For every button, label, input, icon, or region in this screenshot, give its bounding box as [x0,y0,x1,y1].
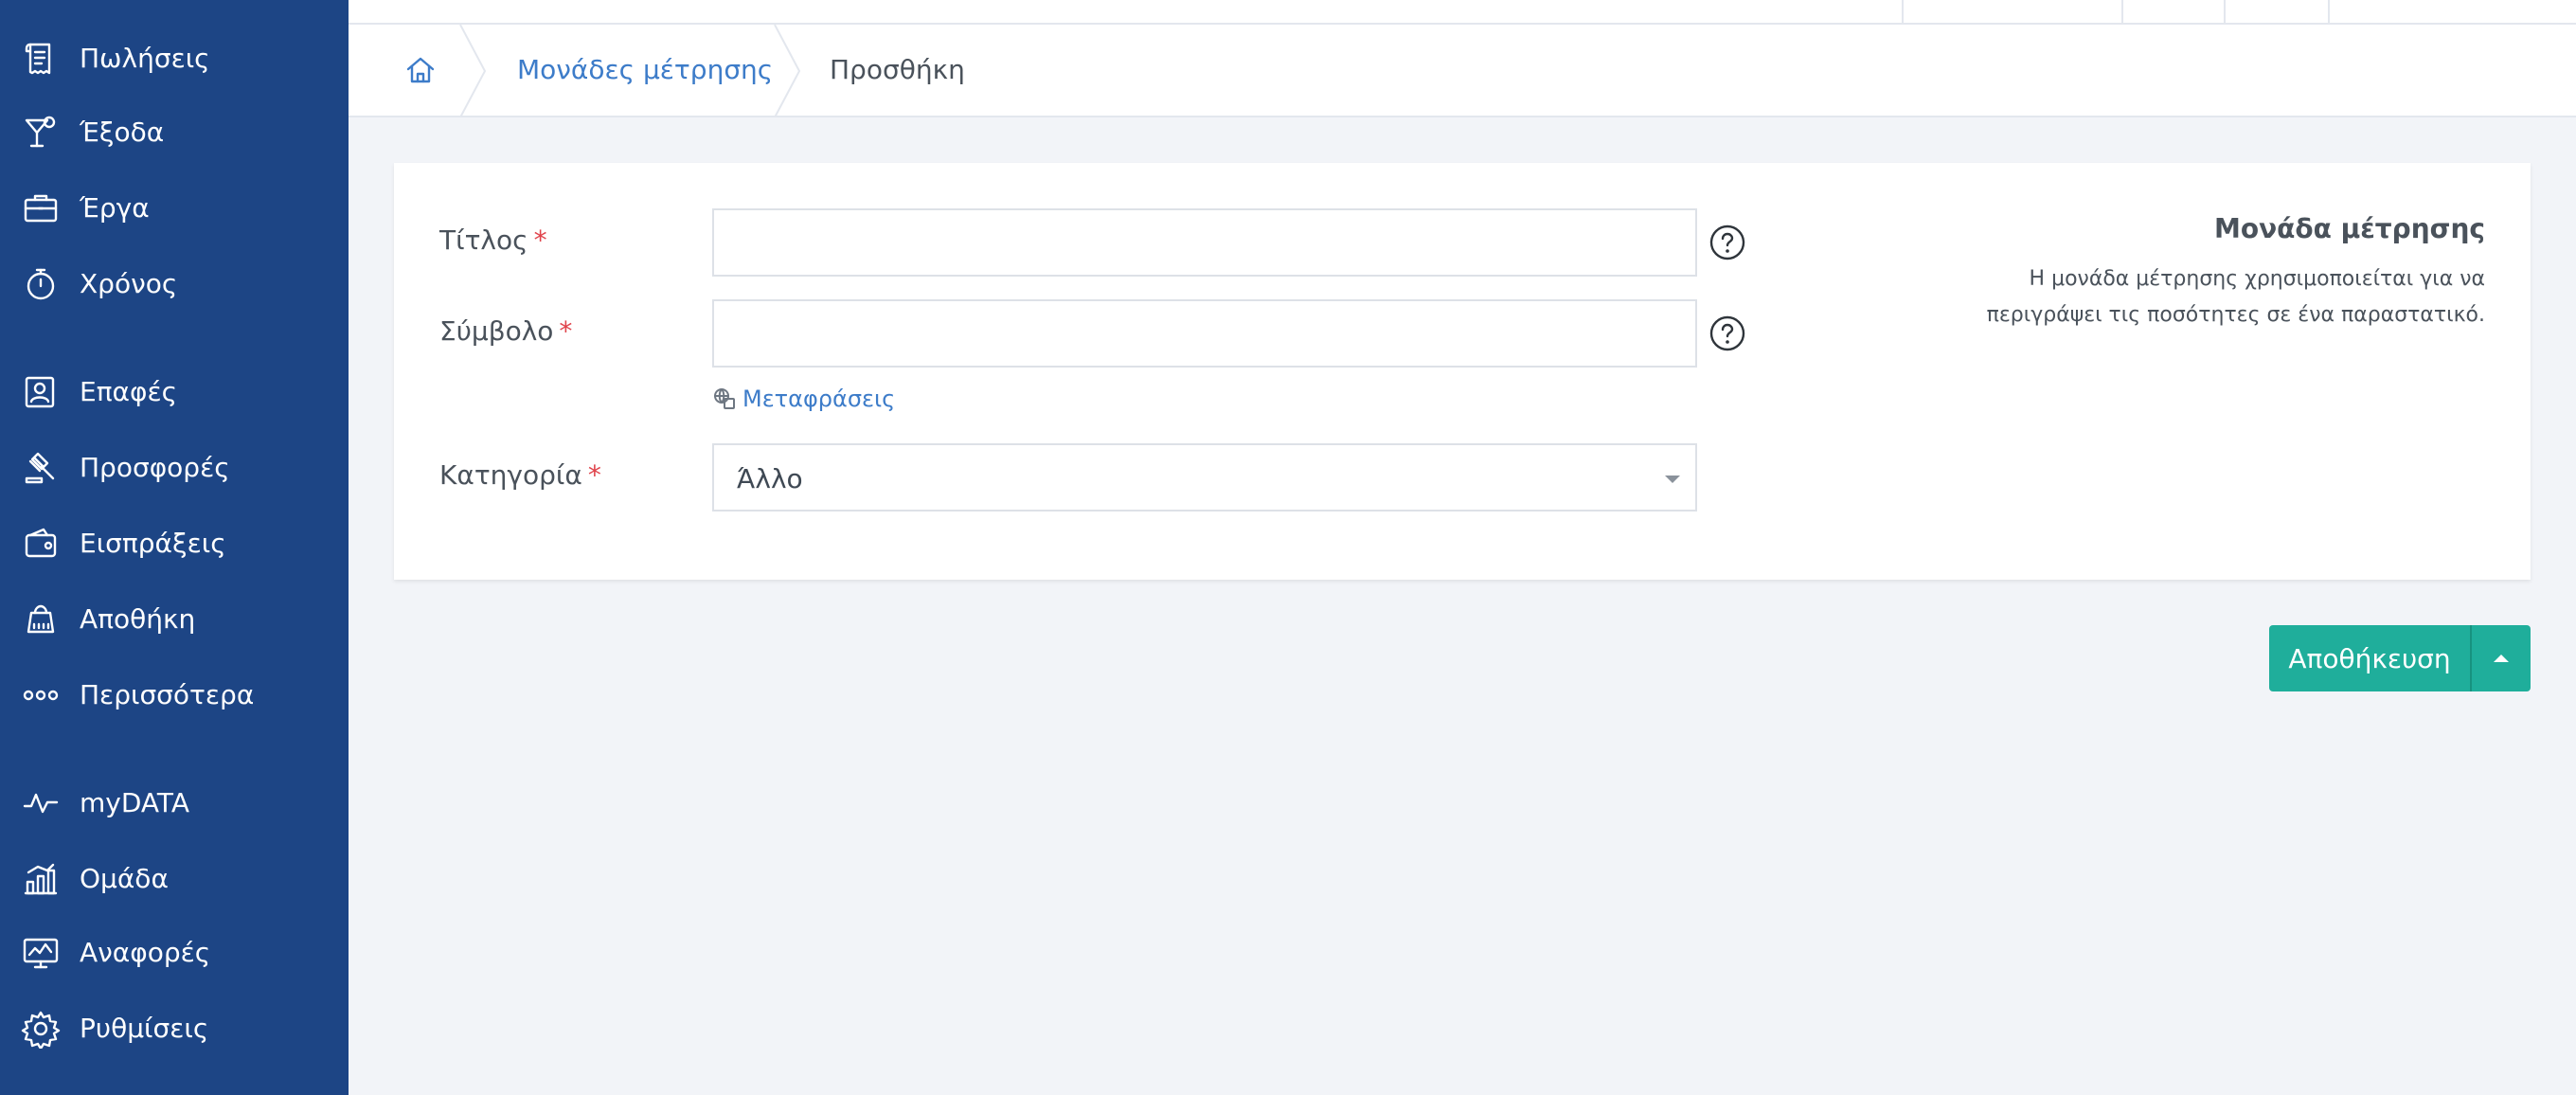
top-bar-divider [1902,0,1904,23]
sidebar-item-contacts[interactable]: Επαφές [0,358,349,426]
required-mark: * [533,224,547,256]
translations-link-label: Μεταφράσεις [742,386,896,412]
sidebar-item-mydata[interactable]: myDATA [0,769,349,837]
reports-monitor-icon [21,933,61,973]
caret-up-icon [2494,655,2509,662]
sidebar-item-label: Περισσότερα [80,679,255,710]
sidebar-item-label: Χρόνος [80,268,178,299]
breadcrumb-separator [458,24,500,118]
sidebar-item-label: Έξοδα [80,117,165,148]
sidebar-item-label: Αναφορές [80,937,211,968]
sidebar-item-label: Εισπράξεις [80,528,226,559]
info-description: Η μονάδα μέτρησης χρησιμοποιείται για να… [1986,267,2485,327]
top-bar-divider [2328,0,2330,23]
sidebar-item-warehouse[interactable]: Αποθήκη [0,585,349,654]
symbol-help-icon[interactable] [1708,314,1746,352]
category-select[interactable]: Άλλο [712,443,1697,512]
top-bar-divider [2121,0,2123,23]
receipt-icon [21,39,61,79]
save-button-group: Αποθήκευση [2269,625,2531,691]
save-button[interactable]: Αποθήκευση [2269,625,2470,691]
team-chart-icon [21,859,61,899]
scale-icon [21,600,61,639]
contact-card-icon [21,372,61,412]
breadcrumb-separator [773,24,814,118]
title-input[interactable] [712,208,1697,277]
gear-icon [21,1009,61,1049]
sidebar-item-projects[interactable]: Έργα [0,174,349,242]
symbol-label: Σύμβολο * [439,313,572,350]
cocktail-icon [21,113,61,153]
pulse-icon [21,783,61,823]
wallet-icon [21,524,61,564]
chevron-down-icon [1665,476,1680,483]
info-title: Μονάδα μέτρησης [2213,213,2485,244]
required-mark: * [559,315,573,347]
unit-form-card: Τίτλος * Σύμβολο * Μεταφράσεις Κατηγορία * … [394,163,2531,580]
sidebar-item-label: Ομάδα [80,863,169,894]
breadcrumb: Μονάδες μέτρησης Προσθήκη [349,24,2576,118]
translations-link[interactable]: Μεταφράσεις [712,383,895,415]
gavel-icon [21,448,61,488]
sidebar-item-label: Προσφορές [80,452,230,483]
sidebar-item-label: Επαφές [80,376,178,407]
category-selected-value: Άλλο [737,463,803,494]
stopwatch-icon [21,264,61,304]
more-dots-icon [21,675,61,715]
title-help-icon[interactable] [1708,224,1746,261]
sidebar-item-receipts[interactable]: Εισπράξεις [0,510,349,578]
sidebar-item-label: Έργα [80,192,150,224]
sidebar: Πωλήσεις Έξοδα Έργα Χρόνος Επαφές Προσφο… [0,0,349,1095]
sidebar-item-sales[interactable]: Πωλήσεις [0,25,349,93]
required-mark: * [587,459,601,491]
sidebar-item-label: myDATA [80,787,189,818]
sidebar-item-label: Αποθήκη [80,603,196,635]
sidebar-item-time[interactable]: Χρόνος [0,250,349,318]
briefcase-icon [21,188,61,228]
top-bar-divider [2224,0,2226,23]
sidebar-item-more[interactable]: Περισσότερα [0,661,349,729]
breadcrumb-units-link[interactable]: Μονάδες μέτρησης [517,51,773,89]
category-label-text: Κατηγορία [439,459,582,491]
category-label: Κατηγορία * [439,457,601,494]
translate-icon [714,388,735,409]
save-options-toggle[interactable] [2470,625,2531,691]
breadcrumb-current: Προσθήκη [830,54,965,85]
symbol-input[interactable] [712,299,1697,368]
sidebar-item-reports[interactable]: Αναφορές [0,919,349,987]
home-icon[interactable] [402,51,439,89]
sidebar-item-label: Ρυθμίσεις [80,1013,209,1044]
title-label: Τίτλος * [439,222,547,260]
title-label-text: Τίτλος [439,224,528,256]
top-bar [349,0,2576,25]
sidebar-item-team[interactable]: Ομάδα [0,845,349,913]
sidebar-item-expenses[interactable]: Έξοδα [0,99,349,167]
sidebar-item-offers[interactable]: Προσφορές [0,434,349,502]
symbol-label-text: Σύμβολο [439,315,554,347]
sidebar-item-label: Πωλήσεις [80,43,210,74]
sidebar-item-settings[interactable]: Ρυθμίσεις [0,995,349,1063]
